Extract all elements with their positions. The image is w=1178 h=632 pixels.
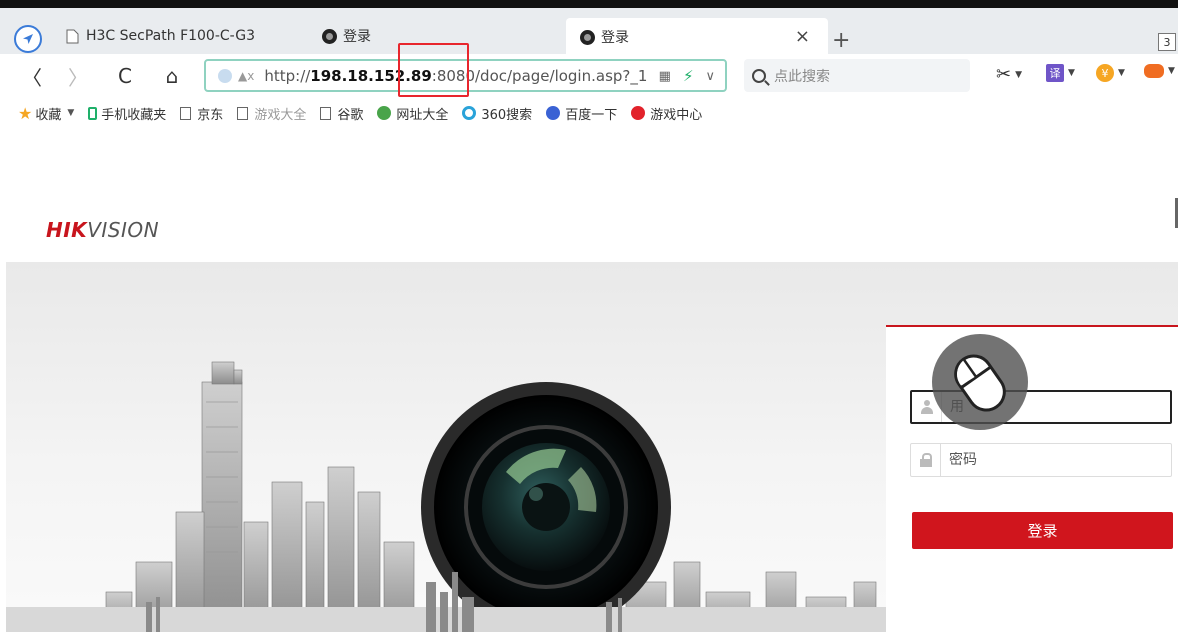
- page-icon: [66, 29, 79, 43]
- tab-title: 登录: [343, 29, 371, 45]
- mouse-icon: [954, 354, 1006, 412]
- url-protocol: http://: [264, 66, 311, 85]
- tab-count-badge[interactable]: 3: [1158, 33, 1176, 51]
- camera-icon: [580, 29, 595, 45]
- window-top-strip: [0, 0, 1178, 8]
- security-shield-icon: [218, 68, 232, 83]
- bookmark-google[interactable]: 谷歌: [320, 104, 363, 123]
- tab-title: H3C SecPath F100-C-G3: [86, 28, 255, 44]
- password-input[interactable]: [941, 452, 1161, 468]
- chevron-down-icon: ▼: [67, 108, 75, 118]
- tab-title: 登录: [601, 30, 629, 46]
- logo-part-red: HIK: [46, 218, 88, 242]
- coin-icon: ¥: [1096, 64, 1114, 82]
- bookmarks-bar: ★ 收藏 ▼ 手机收藏夹 京东 游戏大全 谷歌 网址大全 360搜索 百度一下 …: [0, 98, 1178, 128]
- translate-icon: 译: [1046, 64, 1064, 82]
- bookmark-site-directory[interactable]: 网址大全: [377, 104, 448, 123]
- bookmark-label: 网址大全: [396, 107, 449, 123]
- star-icon: ★: [18, 103, 33, 123]
- reload-button[interactable]: C: [111, 62, 139, 90]
- logo-part-grey: VISION: [87, 218, 160, 242]
- bookmark-label: 收藏: [35, 107, 62, 123]
- game-center-icon: [631, 106, 646, 120]
- bookmark-label: 京东: [197, 107, 224, 123]
- camera-icon: [322, 28, 337, 44]
- bookmark-label: 手机收藏夹: [101, 107, 167, 123]
- bookmark-label: 360搜索: [481, 107, 533, 123]
- coupon-tool[interactable]: ¥ ▼: [1096, 64, 1125, 82]
- tab-bar: H3C SecPath F100-C-G3 登录 登录 × + 3: [0, 8, 1178, 56]
- page-icon: [320, 106, 332, 120]
- chevron-down-icon: ▼: [1068, 68, 1075, 78]
- search-360-icon: [462, 106, 477, 120]
- page-icon: [180, 106, 192, 120]
- lightning-icon[interactable]: ⚡: [683, 67, 694, 85]
- chevron-down-icon: ▼: [1118, 68, 1125, 78]
- tab-login-active[interactable]: 登录 ×: [566, 18, 828, 56]
- scissors-icon: ✂: [996, 64, 1012, 85]
- search-placeholder: 点此搜索: [774, 68, 830, 85]
- bookmark-baidu[interactable]: 百度一下: [546, 104, 617, 123]
- city-camera-illustration: [6, 361, 886, 632]
- page-icon: [237, 106, 249, 120]
- bookmark-game-center[interactable]: 游戏中心: [631, 104, 702, 123]
- tab-h3c[interactable]: H3C SecPath F100-C-G3: [66, 18, 306, 54]
- site-directory-icon: [377, 106, 392, 120]
- bookmark-label: 谷歌: [337, 107, 364, 123]
- gamepad-icon: [1144, 64, 1164, 78]
- search-icon: [752, 68, 766, 83]
- bookmark-mobile[interactable]: 手机收藏夹: [88, 104, 166, 123]
- bookmark-games[interactable]: 游戏大全: [237, 104, 306, 123]
- mouse-click-indicator: [932, 334, 1028, 430]
- bookmark-jd[interactable]: 京东: [180, 104, 223, 123]
- screenshot-tool[interactable]: ✂ ▼: [996, 64, 1022, 85]
- lock-icon-wrapper: [911, 444, 941, 476]
- game-tool[interactable]: ▼: [1144, 64, 1175, 78]
- chevron-down-icon: ▼: [1168, 66, 1175, 76]
- user-icon: [920, 400, 934, 414]
- chevron-down-icon[interactable]: ∨: [705, 69, 715, 84]
- lock-icon: [919, 453, 932, 467]
- bookmark-label: 游戏大全: [254, 107, 307, 123]
- forward-button[interactable]: 〉: [64, 62, 92, 90]
- back-button[interactable]: 〈: [18, 62, 46, 90]
- translate-tool[interactable]: 译 ▼: [1046, 64, 1075, 82]
- bookmark-360-search[interactable]: 360搜索: [462, 104, 532, 123]
- navigation-bar: 〈 〉 C ⌂ ▲x http://198.18.152.89:8080/doc…: [0, 54, 1178, 98]
- phone-icon: [88, 106, 98, 120]
- chevron-down-icon: ▼: [1015, 69, 1023, 80]
- new-tab-button[interactable]: +: [832, 30, 850, 52]
- bookmark-label: 游戏中心: [650, 107, 703, 123]
- page-header: HIKVISION: [0, 128, 1178, 262]
- password-field[interactable]: [910, 443, 1172, 477]
- bookmark-favorites[interactable]: ★ 收藏 ▼: [18, 104, 74, 123]
- baidu-paw-icon: [546, 106, 561, 120]
- bookmark-label: 百度一下: [565, 107, 618, 123]
- home-button[interactable]: ⌂: [158, 62, 186, 90]
- browser-logo-icon[interactable]: [14, 25, 42, 53]
- hikvision-logo: HIKVISION: [46, 218, 159, 242]
- search-box[interactable]: 点此搜索: [744, 59, 970, 92]
- login-panel: 登录: [886, 325, 1178, 632]
- qr-code-icon[interactable]: ▦: [659, 69, 671, 84]
- login-button[interactable]: 登录: [912, 512, 1173, 549]
- insecure-warning-icon[interactable]: ▲x: [238, 69, 254, 83]
- close-tab-icon[interactable]: ×: [795, 26, 810, 47]
- port-highlight-annotation: [398, 43, 469, 97]
